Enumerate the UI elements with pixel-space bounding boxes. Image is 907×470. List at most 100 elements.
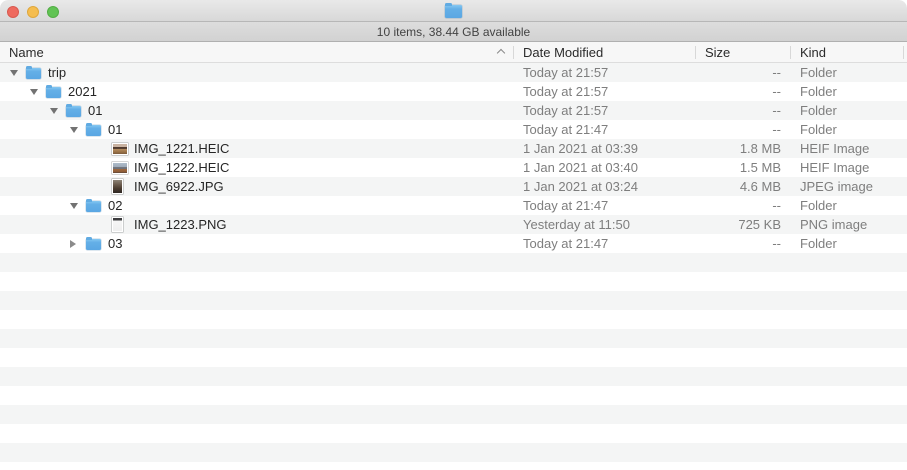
name-cell: IMG_1222.HEIC — [0, 158, 513, 177]
name-cell: 03 — [0, 234, 513, 253]
size-cell: -- — [695, 234, 790, 253]
empty-row — [0, 462, 907, 470]
column-header-kind[interactable]: Kind — [790, 42, 907, 62]
name-cell: 01 — [0, 101, 513, 120]
table-row[interactable]: IMG_1222.HEIC 1 Jan 2021 at 03:40 1.5 MB… — [0, 158, 907, 177]
folder-icon — [86, 125, 101, 136]
disclosure-triangle-icon[interactable] — [10, 69, 26, 76]
folder-icon — [26, 68, 41, 79]
name-cell: trip — [0, 63, 513, 82]
column-header-size[interactable]: Size — [695, 42, 790, 62]
file-name: 01 — [108, 122, 122, 137]
date-modified-cell: Today at 21:57 — [513, 63, 695, 82]
size-cell: 725 KB — [695, 215, 790, 234]
empty-row — [0, 348, 907, 367]
image-thumbnail-icon — [112, 143, 128, 155]
date-modified-cell: Today at 21:47 — [513, 120, 695, 139]
column-header-row: Name Date Modified Size Kind — [0, 42, 907, 63]
kind-cell: HEIF Image — [790, 139, 907, 158]
kind-cell: Folder — [790, 82, 907, 101]
empty-row — [0, 253, 907, 272]
sort-ascending-icon — [497, 49, 505, 57]
file-name: IMG_1222.HEIC — [134, 160, 229, 175]
file-list: trip Today at 21:57 -- Folder 2021 Today… — [0, 63, 907, 470]
table-row[interactable]: 03 Today at 21:47 -- Folder — [0, 234, 907, 253]
date-modified-cell: Today at 21:57 — [513, 82, 695, 101]
file-name: IMG_6922.JPG — [134, 179, 224, 194]
size-cell: -- — [695, 63, 790, 82]
folder-icon — [66, 106, 81, 117]
empty-row — [0, 405, 907, 424]
table-row[interactable]: IMG_1223.PNG Yesterday at 11:50 725 KB P… — [0, 215, 907, 234]
name-cell: 2021 — [0, 82, 513, 101]
disclosure-triangle-icon[interactable] — [30, 88, 46, 95]
kind-cell: Folder — [790, 120, 907, 139]
disclosure-triangle-icon[interactable] — [70, 126, 86, 133]
table-row[interactable]: 02 Today at 21:47 -- Folder — [0, 196, 907, 215]
size-cell: 1.5 MB — [695, 158, 790, 177]
file-name: 03 — [108, 236, 122, 251]
image-thumbnail-icon — [112, 162, 128, 174]
empty-row — [0, 272, 907, 291]
disclosure-triangle-icon[interactable] — [70, 202, 86, 209]
empty-row — [0, 424, 907, 443]
empty-row — [0, 443, 907, 462]
empty-row — [0, 329, 907, 348]
name-cell: IMG_1223.PNG — [0, 215, 513, 234]
file-name: 02 — [108, 198, 122, 213]
file-name: IMG_1221.HEIC — [134, 141, 229, 156]
table-row[interactable]: IMG_1221.HEIC 1 Jan 2021 at 03:39 1.8 MB… — [0, 139, 907, 158]
table-row[interactable]: trip Today at 21:57 -- Folder — [0, 63, 907, 82]
empty-row — [0, 310, 907, 329]
size-cell: -- — [695, 120, 790, 139]
name-cell: 01 — [0, 120, 513, 139]
file-name: 2021 — [68, 84, 97, 99]
date-modified-cell: Today at 21:47 — [513, 196, 695, 215]
empty-row — [0, 291, 907, 310]
column-header-name[interactable]: Name — [0, 42, 513, 62]
size-cell: 1.8 MB — [695, 139, 790, 158]
file-name: 01 — [88, 103, 102, 118]
name-cell: 02 — [0, 196, 513, 215]
kind-cell: Folder — [790, 196, 907, 215]
folder-proxy-icon[interactable] — [445, 5, 462, 18]
date-modified-cell: Today at 21:47 — [513, 234, 695, 253]
empty-row — [0, 367, 907, 386]
kind-cell: Folder — [790, 101, 907, 120]
folder-icon — [46, 87, 61, 98]
date-modified-cell: Yesterday at 11:50 — [513, 215, 695, 234]
folder-icon — [86, 239, 101, 250]
size-cell: -- — [695, 82, 790, 101]
image-thumbnail-icon — [112, 217, 123, 232]
disclosure-triangle-icon[interactable] — [50, 107, 66, 114]
status-bar: 10 items, 38.44 GB available — [0, 22, 907, 42]
size-cell: 4.6 MB — [695, 177, 790, 196]
table-row[interactable]: 01 Today at 21:57 -- Folder — [0, 101, 907, 120]
date-modified-cell: 1 Jan 2021 at 03:24 — [513, 177, 695, 196]
finder-window: 10 items, 38.44 GB available Name Date M… — [0, 0, 907, 470]
kind-cell: JPEG image — [790, 177, 907, 196]
date-modified-cell: Today at 21:57 — [513, 101, 695, 120]
status-text: 10 items, 38.44 GB available — [377, 25, 530, 39]
table-row[interactable]: IMG_6922.JPG 1 Jan 2021 at 03:24 4.6 MB … — [0, 177, 907, 196]
title-bar — [0, 0, 907, 22]
table-row[interactable]: 2021 Today at 21:57 -- Folder — [0, 82, 907, 101]
size-cell: -- — [695, 196, 790, 215]
kind-cell: Folder — [790, 234, 907, 253]
file-name: trip — [48, 65, 66, 80]
file-name: IMG_1223.PNG — [134, 217, 227, 232]
image-thumbnail-icon — [112, 179, 123, 194]
name-cell: IMG_1221.HEIC — [0, 139, 513, 158]
kind-cell: Folder — [790, 63, 907, 82]
name-cell: IMG_6922.JPG — [0, 177, 513, 196]
date-modified-cell: 1 Jan 2021 at 03:39 — [513, 139, 695, 158]
empty-row — [0, 386, 907, 405]
folder-icon — [86, 201, 101, 212]
kind-cell: HEIF Image — [790, 158, 907, 177]
disclosure-triangle-icon[interactable] — [70, 240, 86, 248]
column-header-date-modified[interactable]: Date Modified — [513, 42, 695, 62]
table-row[interactable]: 01 Today at 21:47 -- Folder — [0, 120, 907, 139]
kind-cell: PNG image — [790, 215, 907, 234]
date-modified-cell: 1 Jan 2021 at 03:40 — [513, 158, 695, 177]
size-cell: -- — [695, 101, 790, 120]
